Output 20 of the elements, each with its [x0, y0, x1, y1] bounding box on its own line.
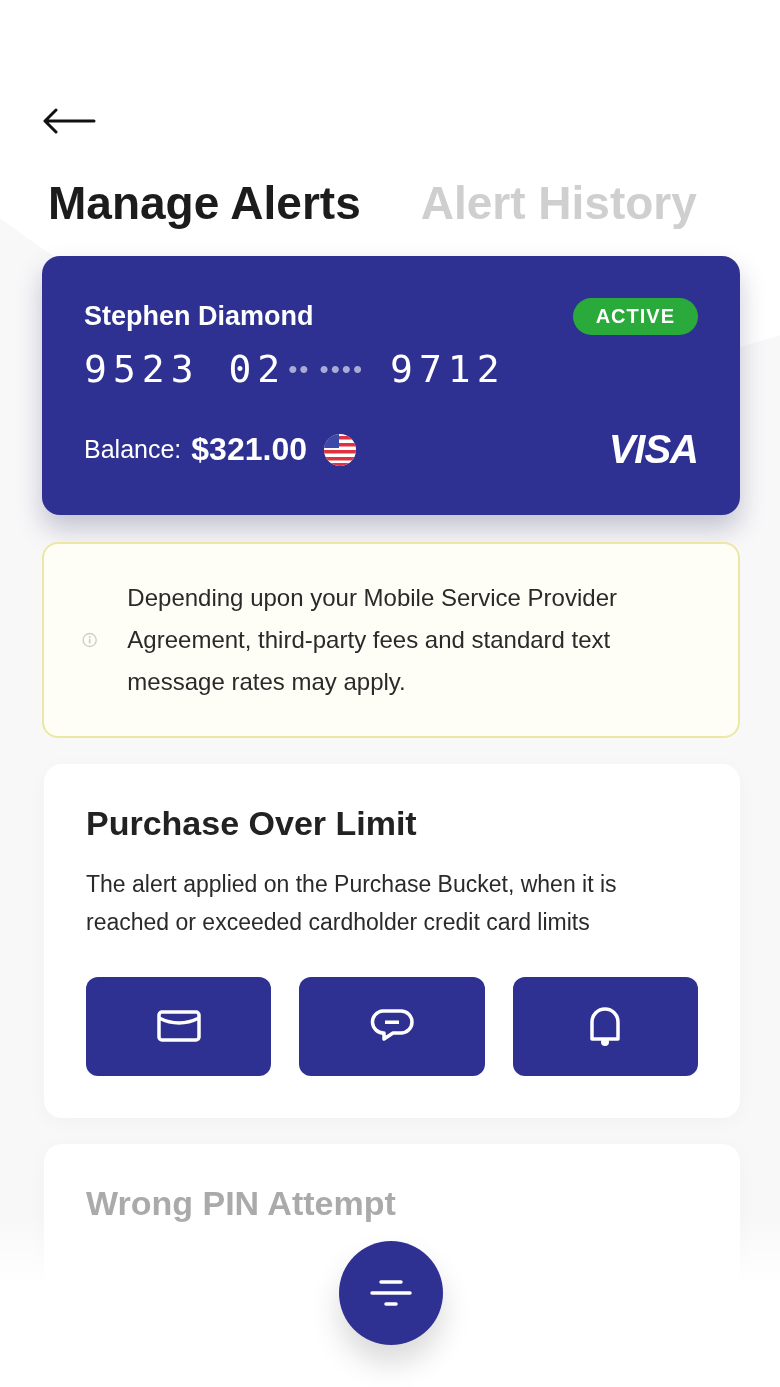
status-badge: ACTIVE	[572, 298, 698, 335]
alert-title: Purchase Over Limit	[86, 804, 418, 843]
card-number-end: 9712	[390, 347, 506, 391]
filter-icon	[370, 1280, 412, 1306]
balance-amount: $321.00	[191, 431, 307, 468]
alert-description: The alert applied on the Purchase Bucket, when it is reached or exceeded cardholder credit card limits	[86, 870, 618, 937]
message-button[interactable]	[299, 977, 485, 1076]
card-network-logo: VISA	[608, 427, 698, 472]
balance-label: Balance:	[84, 435, 182, 464]
card-number-start: 9523 02	[84, 347, 287, 391]
alert-title: Wrong PIN Attempt	[86, 1184, 397, 1223]
notice-text: Depending upon your Mobile Service Provider Agreement, third-party fees and standard text message rates may apply.	[127, 583, 618, 697]
card-number-mask: •• ••••	[288, 353, 364, 385]
notification-button[interactable]	[512, 977, 698, 1076]
back-arrow-icon[interactable]	[42, 108, 96, 134]
bell-icon	[588, 1005, 623, 1048]
email-button[interactable]	[86, 977, 272, 1076]
cardholder-name: Stephen Diamond	[84, 301, 314, 332]
tab[interactable]: Manage Alerts	[48, 176, 361, 230]
envelope-icon	[156, 1009, 201, 1044]
